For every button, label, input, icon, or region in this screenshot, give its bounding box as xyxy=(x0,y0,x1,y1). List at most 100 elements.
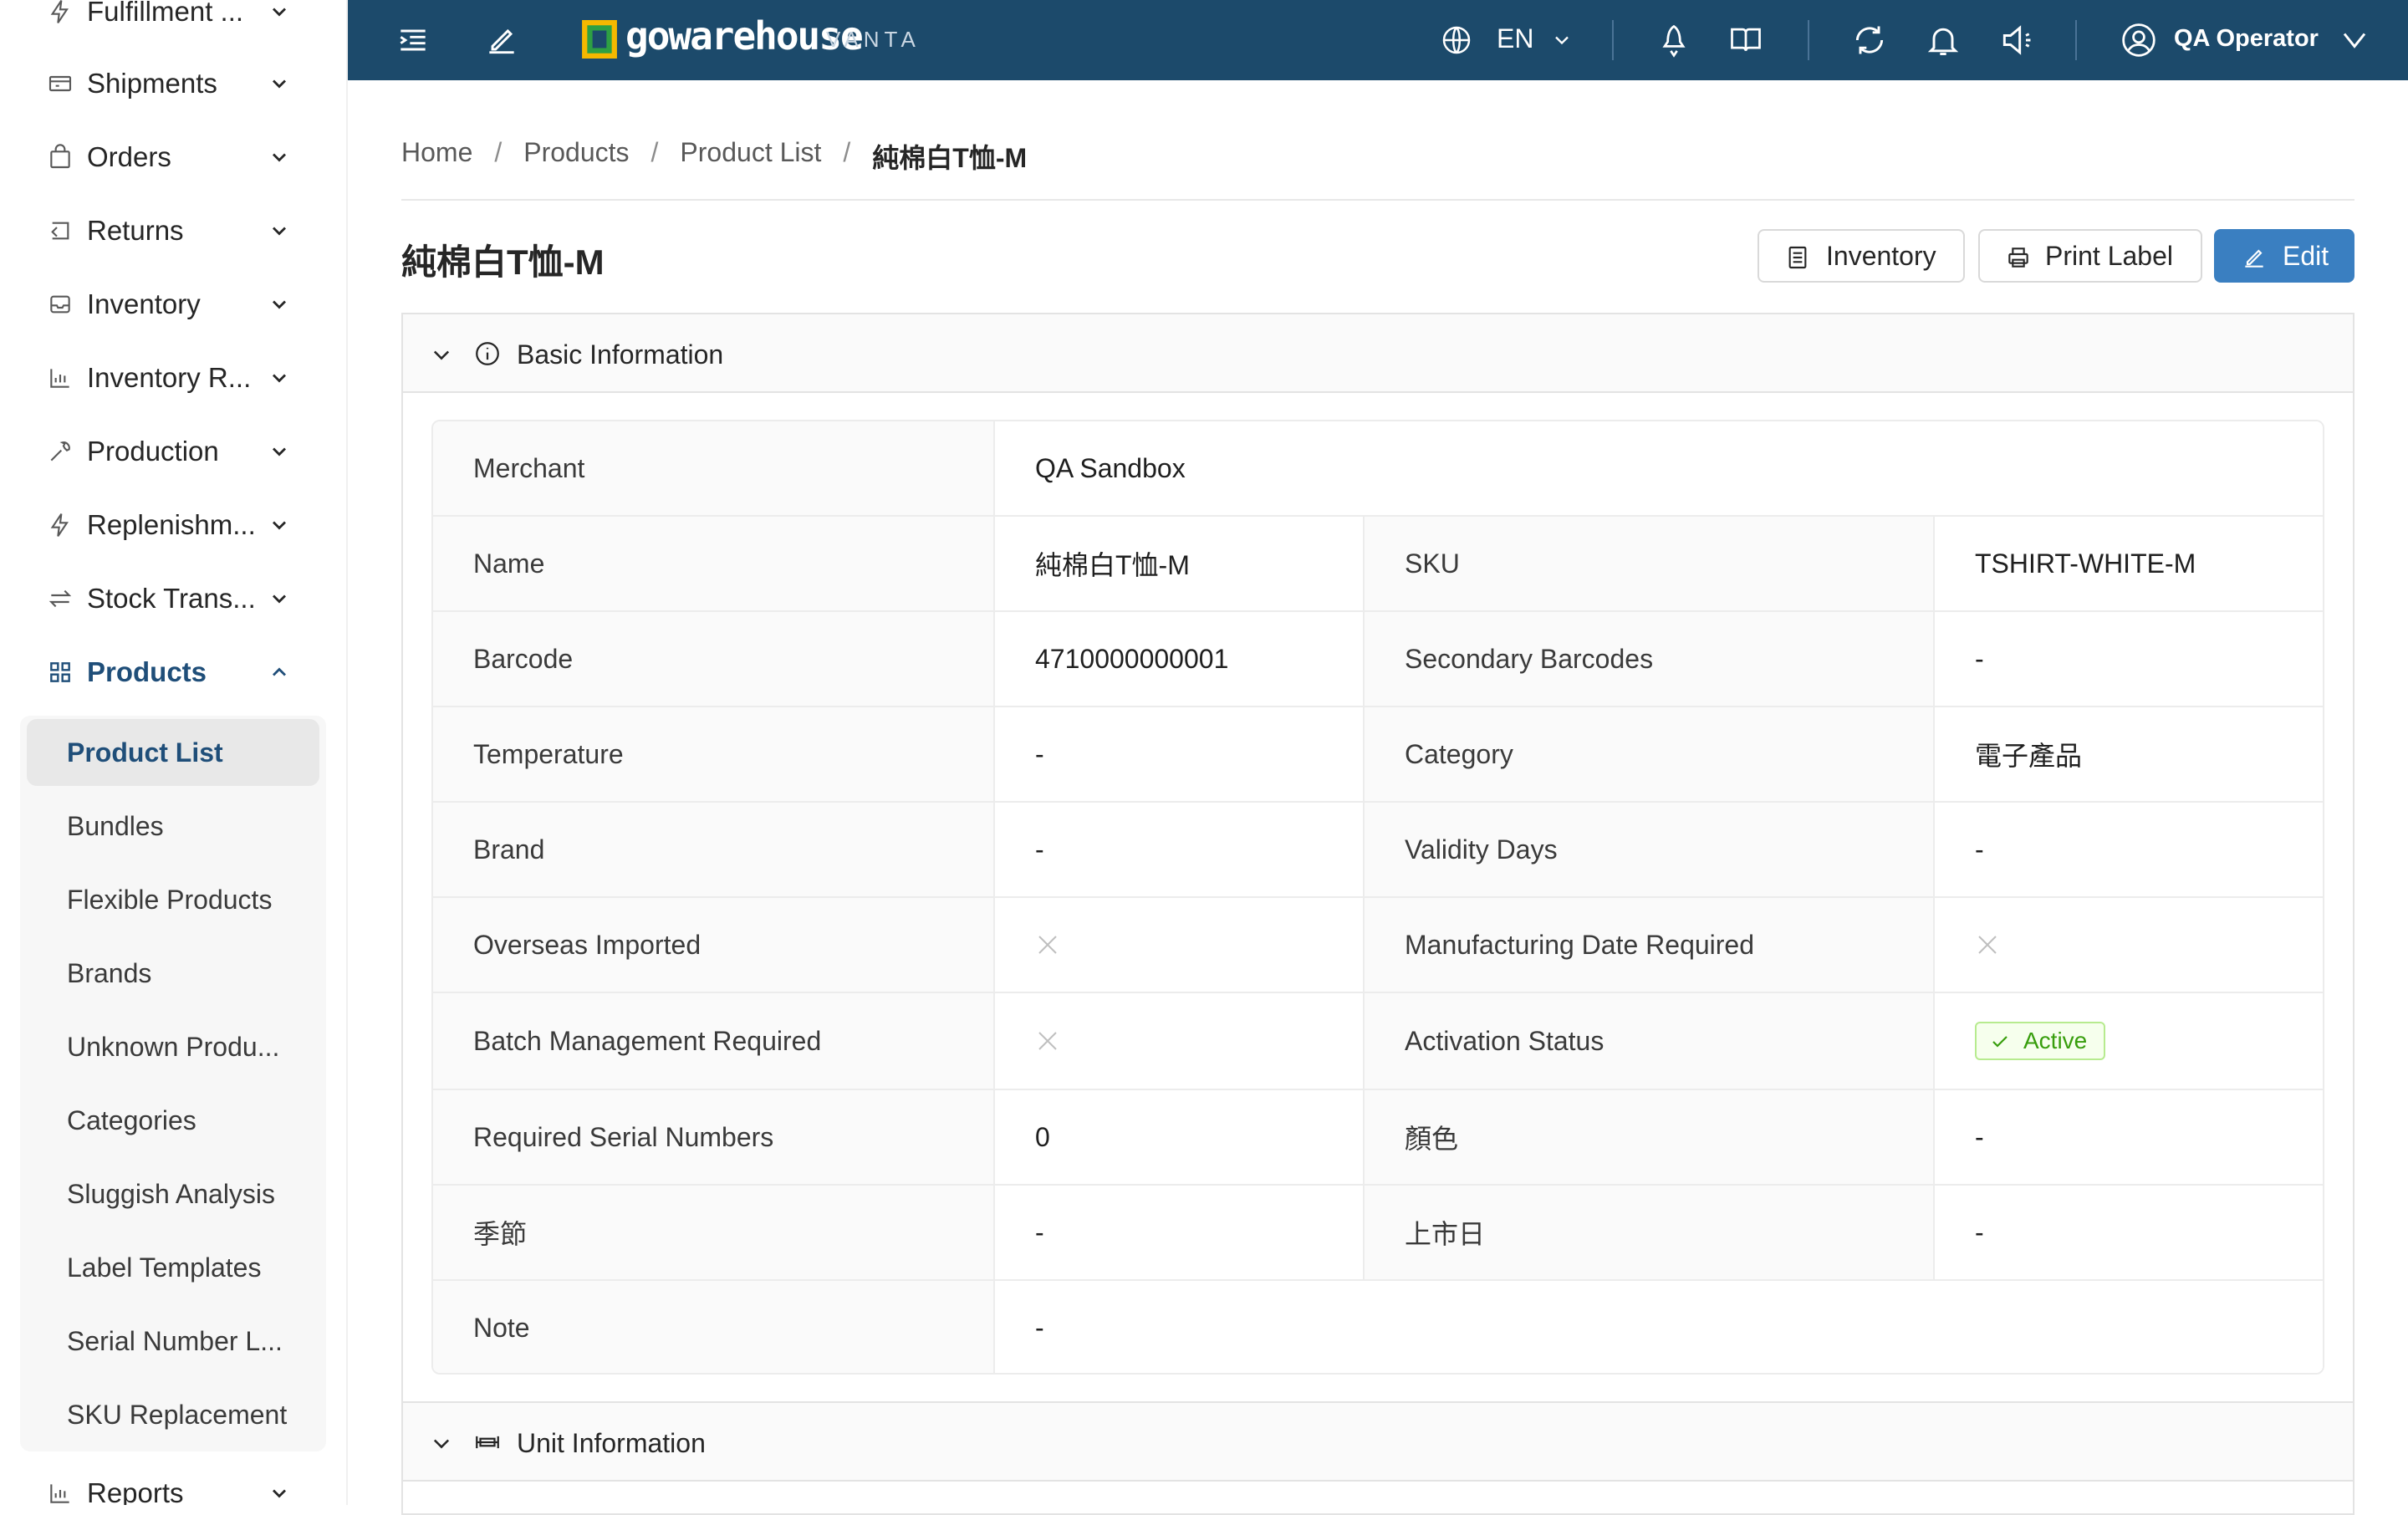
submenu-item-unknown-products[interactable]: Unknown Produ... xyxy=(27,1013,319,1080)
edit-icon[interactable] xyxy=(483,22,520,59)
bell-icon[interactable] xyxy=(1925,22,1962,59)
lightning-icon xyxy=(50,0,69,23)
breadcrumb-home[interactable]: Home xyxy=(401,137,472,176)
sidebar-item-stock-transfer[interactable]: Stock Trans... xyxy=(0,562,346,635)
sidebar-item-replenishment[interactable]: Replenishm... xyxy=(0,488,346,562)
table-row: 季節 - 上市日 - xyxy=(433,1186,2323,1281)
secondary-barcodes-label: Secondary Barcodes xyxy=(1405,643,1654,674)
launch-date-value: - xyxy=(1975,1217,1984,1247)
chevron-down-icon[interactable] xyxy=(2338,25,2371,55)
inbox-icon xyxy=(50,295,70,314)
table-row: Merchant QA Sandbox xyxy=(433,421,2323,517)
breadcrumb-separator: / xyxy=(494,137,503,167)
sidebar-item-inventory-reports[interactable]: Inventory R... xyxy=(0,341,346,415)
chevron-down-icon xyxy=(273,447,286,457)
user-name[interactable]: QA Operator xyxy=(2174,25,2319,53)
unit-information-body xyxy=(401,1482,2354,1515)
manufacturing-date-required-label: Manufacturing Date Required xyxy=(1405,929,1755,960)
launch-date-label: 上市日 xyxy=(1405,1219,1486,1249)
validity-days-value: - xyxy=(1975,834,1984,865)
edit-button[interactable]: Edit xyxy=(2214,229,2354,283)
brand-label: Brand xyxy=(473,834,545,865)
submenu-item-bundles[interactable]: Bundles xyxy=(27,793,319,860)
chevron-down-icon xyxy=(433,350,450,360)
merchant-value: QA Sandbox xyxy=(1035,452,1186,483)
bar-chart-icon xyxy=(50,1484,69,1503)
submenu-item-serial-number[interactable]: Serial Number L... xyxy=(27,1308,319,1375)
season-label: 季節 xyxy=(473,1219,528,1249)
lightning-icon xyxy=(50,513,69,537)
submenu-item-sluggish-analysis[interactable]: Sluggish Analysis xyxy=(27,1160,319,1227)
inventory-button[interactable]: Inventory xyxy=(1758,229,1965,283)
table-row: Name 純棉白T恤-M SKU TSHIRT-WHITE-M xyxy=(433,517,2323,612)
name-label: Name xyxy=(473,548,545,579)
table-row: Brand - Validity Days - xyxy=(433,803,2323,898)
category-label: Category xyxy=(1405,738,1513,769)
logo-mark-icon xyxy=(582,20,617,59)
submenu-item-sku-replacement[interactable]: SKU Replacement xyxy=(27,1381,319,1448)
status-badge: Active xyxy=(1975,1022,2106,1060)
rocket-icon[interactable] xyxy=(1656,22,1692,59)
submenu-item-categories[interactable]: Categories xyxy=(27,1087,319,1154)
header-divider xyxy=(2075,20,2077,60)
edit-icon xyxy=(2245,249,2263,268)
main-content: Home / Products / Product List / 純棉白T恤-M… xyxy=(348,80,2408,1515)
secondary-barcodes-value: - xyxy=(1975,643,1984,674)
color-label: 顏色 xyxy=(1405,1124,1459,1154)
table-row: Temperature - Category 電子產品 xyxy=(433,707,2323,803)
submenu-item-flexible-products[interactable]: Flexible Products xyxy=(27,866,319,933)
info-icon xyxy=(476,342,499,365)
breadcrumb-products[interactable]: Products xyxy=(523,137,629,176)
sidebar-item-products[interactable]: Products xyxy=(0,635,346,709)
sidebar-item-production[interactable]: Production xyxy=(0,415,346,488)
page-title: 純棉白T恤-M xyxy=(401,242,605,282)
sku-value: TSHIRT-WHITE-M xyxy=(1975,548,2196,579)
table-row: Barcode 4710000000001 Secondary Barcodes… xyxy=(433,612,2323,707)
submenu-item-product-list[interactable]: Product List xyxy=(27,719,319,786)
category-value: 電子產品 xyxy=(1975,741,2083,771)
sidebar-item-inventory[interactable]: Inventory xyxy=(0,268,346,341)
swap-icon xyxy=(48,589,72,608)
sidebar: Fulfillment ... Shipments Orders Returns… xyxy=(0,0,348,1505)
submenu-item-brands[interactable]: Brands xyxy=(27,940,319,1007)
divider xyxy=(401,199,2354,201)
basic-information-header[interactable]: Basic Information xyxy=(401,313,2354,393)
validity-days-label: Validity Days xyxy=(1405,834,1558,865)
logo-subtext: VANTA xyxy=(826,27,921,52)
globe-icon[interactable] xyxy=(1440,22,1473,59)
breadcrumb-product-list[interactable]: Product List xyxy=(680,137,821,176)
chevron-down-icon xyxy=(273,300,286,309)
chevron-down-icon xyxy=(273,227,286,236)
language-selector[interactable]: EN xyxy=(1497,23,1533,54)
tool-icon xyxy=(50,441,70,462)
top-header: gowarehouse VANTA EN QA Operator xyxy=(348,0,2408,80)
user-avatar-icon[interactable] xyxy=(2120,22,2157,59)
book-icon[interactable] xyxy=(1727,22,1764,59)
merchant-label: Merchant xyxy=(473,452,585,483)
shopping-bag-icon xyxy=(50,144,70,169)
submenu-item-label-templates[interactable]: Label Templates xyxy=(27,1234,319,1301)
inventory-icon xyxy=(1788,246,1807,269)
refresh-icon[interactable] xyxy=(1851,22,1888,59)
sidebar-item-orders[interactable]: Orders xyxy=(0,120,346,194)
chevron-down-icon xyxy=(273,79,286,89)
sidebar-item-returns[interactable]: Returns xyxy=(0,194,346,268)
close-icon xyxy=(1038,1032,1057,1050)
chevron-down-icon[interactable] xyxy=(1550,28,1574,52)
sidebar-item-reports[interactable]: Reports xyxy=(0,1456,346,1505)
sidebar-item-fulfillment[interactable]: Fulfillment ... xyxy=(0,0,346,48)
breadcrumb-separator: / xyxy=(843,137,851,167)
unit-information-header[interactable]: Unit Information xyxy=(401,1401,2354,1482)
note-label: Note xyxy=(473,1312,530,1343)
chevron-down-icon xyxy=(433,1439,450,1449)
sidebar-item-shipments[interactable]: Shipments xyxy=(0,47,346,120)
barcode-value: 4710000000001 xyxy=(1035,643,1229,674)
ruler-icon xyxy=(476,1436,499,1449)
print-label-button[interactable]: Print Label xyxy=(1978,229,2202,283)
season-value: - xyxy=(1035,1217,1044,1247)
table-row: Required Serial Numbers 0 顏色 - xyxy=(433,1090,2323,1186)
sound-icon[interactable] xyxy=(1998,22,2035,59)
chevron-down-icon xyxy=(273,8,286,17)
overseas-imported-label: Overseas Imported xyxy=(473,929,701,960)
menu-fold-icon[interactable] xyxy=(395,22,431,59)
